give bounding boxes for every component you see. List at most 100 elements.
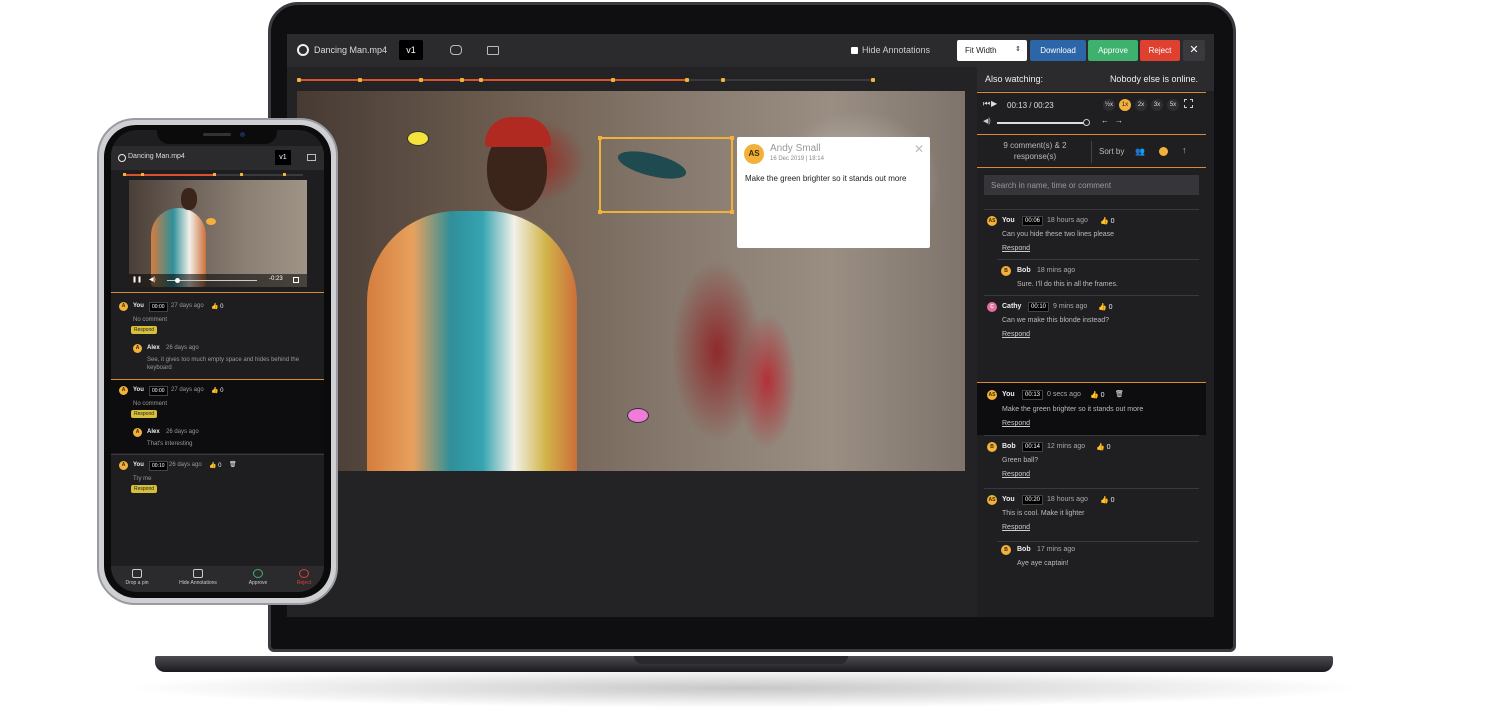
search-input[interactable]	[984, 175, 1199, 195]
comment-timestamp[interactable]: 00:14	[1022, 442, 1044, 452]
speed-5x[interactable]: 5x	[1167, 99, 1179, 111]
respond-link[interactable]: Respond	[1002, 420, 1030, 427]
annotation-pin-icon[interactable]	[627, 408, 649, 423]
sort-time-icon[interactable]	[1159, 147, 1168, 156]
like-count[interactable]: 👍 0	[1090, 391, 1105, 399]
play-icon[interactable]: ▶	[991, 99, 997, 108]
timeline-marker[interactable]	[611, 78, 615, 82]
comment-timestamp[interactable]: 00:00	[149, 386, 168, 396]
skip-back-icon[interactable]: ⏮	[983, 99, 990, 109]
timeline-marker[interactable]	[240, 173, 243, 176]
like-count[interactable]: 👍 0	[1098, 303, 1113, 311]
respond-link[interactable]: Respond	[1002, 524, 1030, 531]
comment-timestamp[interactable]: 00:10	[1028, 302, 1050, 312]
timeline-marker[interactable]	[721, 78, 725, 82]
comment-timestamp[interactable]: 00:10	[149, 461, 168, 471]
drop-pin-button[interactable]: Drop a pin	[112, 569, 162, 586]
like-count[interactable]: 👍 0	[211, 303, 223, 310]
screen-icon[interactable]	[487, 46, 499, 55]
close-icon[interactable]: ✕	[914, 142, 924, 156]
seek-knob[interactable]	[175, 278, 180, 283]
timeline-marker[interactable]	[297, 78, 301, 82]
fullscreen-icon[interactable]	[293, 277, 299, 283]
respond-link[interactable]: Respond	[1002, 471, 1030, 478]
video-person-hat	[485, 117, 551, 147]
respond-link[interactable]: Respond	[1002, 245, 1030, 252]
phone-version-badge[interactable]: v1	[275, 150, 291, 165]
volume-knob[interactable]	[1083, 119, 1090, 126]
approve-button[interactable]: Approve	[1088, 40, 1138, 61]
phone-reject-button[interactable]: Reject	[279, 569, 324, 586]
next-comment-icon[interactable]: →	[1115, 116, 1123, 125]
timeline-marker[interactable]	[460, 78, 464, 82]
trash-icon[interactable]: 🗑	[1115, 390, 1124, 398]
comment-text: This is cool. Make it lighter	[1002, 510, 1085, 517]
fullscreen-icon[interactable]	[1184, 99, 1193, 108]
sort-direction-icon[interactable]: ↑	[1182, 145, 1187, 155]
annotation-pin-icon[interactable]	[206, 218, 216, 225]
speed-half[interactable]: ½x	[1103, 99, 1115, 111]
like-count[interactable]: 👍 0	[1100, 496, 1115, 504]
reply-text: That's interesting	[147, 441, 193, 447]
comment-age: 18 hours ago	[1047, 496, 1088, 503]
like-count[interactable]: 👍 0	[209, 462, 221, 469]
phone-approve-button[interactable]: Approve	[233, 569, 283, 586]
phone-timeline[interactable]	[123, 173, 303, 176]
timeline-marker[interactable]	[871, 78, 875, 82]
avatar: A	[119, 302, 128, 311]
timeline-marker[interactable]	[358, 78, 362, 82]
like-count[interactable]: 👍 0	[211, 387, 223, 394]
timeline-marker[interactable]	[419, 78, 423, 82]
volume-icon[interactable]: ◀)	[149, 276, 156, 283]
speed-2x[interactable]: 2x	[1135, 99, 1147, 111]
respond-link[interactable]: Respond	[1002, 331, 1030, 338]
timeline-marker[interactable]	[479, 78, 483, 82]
resize-handle[interactable]	[598, 136, 602, 140]
like-value: 0	[218, 463, 222, 469]
comment-icon[interactable]	[450, 45, 462, 55]
video-frame[interactable]: AS Andy Small 16 Dec 2019 | 18:14 ✕ Make…	[297, 91, 965, 471]
volume-slider[interactable]	[997, 122, 1087, 124]
comment-age: 9 mins ago	[1053, 303, 1088, 310]
trash-icon[interactable]: 🗑	[229, 461, 237, 468]
volume-icon[interactable]: ◀)	[983, 117, 991, 125]
respond-button[interactable]: Respond	[131, 410, 158, 418]
respond-button[interactable]: Respond	[131, 326, 158, 334]
phone-video[interactable]: ❚❚ ◀) -0:23	[129, 180, 307, 287]
layout-icon[interactable]	[307, 154, 316, 161]
respond-button[interactable]: Respond	[131, 485, 158, 493]
hide-annotations-checkbox[interactable]	[851, 46, 858, 54]
comment-timestamp[interactable]: 00:00	[149, 302, 168, 312]
hide-annotations-toggle[interactable]: Hide Annotations	[851, 45, 930, 55]
annotation-pin-icon[interactable]	[407, 131, 429, 146]
timeline-marker[interactable]	[213, 173, 216, 176]
comment-timestamp[interactable]: 00:13	[1022, 390, 1044, 400]
comment-timeline[interactable]	[297, 78, 875, 82]
like-count[interactable]: 👍 0	[1100, 217, 1115, 225]
prev-comment-icon[interactable]: ←	[1101, 116, 1109, 125]
reject-button[interactable]: Reject	[1140, 40, 1180, 61]
avatar: C	[987, 302, 997, 312]
version-badge[interactable]: v1	[399, 40, 423, 60]
timeline-marker[interactable]	[685, 78, 689, 82]
annotation-selection-box[interactable]	[598, 136, 734, 214]
timeline-marker[interactable]	[283, 173, 286, 176]
reply-item: B Bob 17 mins ago Aye aye captain!	[977, 542, 1206, 576]
close-button[interactable]: ✕	[1183, 40, 1205, 61]
resize-handle[interactable]	[730, 210, 734, 214]
comment-timestamp[interactable]: 00:20	[1022, 495, 1044, 505]
timeline-marker[interactable]	[141, 173, 144, 176]
resize-handle[interactable]	[730, 136, 734, 140]
like-count[interactable]: 👍 0	[1096, 443, 1111, 451]
resize-handle[interactable]	[598, 210, 602, 214]
pause-icon[interactable]: ❚❚	[132, 276, 142, 283]
seek-bar[interactable]	[167, 280, 257, 281]
comment-timestamp[interactable]: 00:06	[1022, 216, 1044, 226]
sort-users-icon[interactable]: 👥	[1135, 147, 1145, 156]
speed-1x[interactable]: 1x	[1119, 99, 1131, 111]
fit-width-select[interactable]: Fit Width ⇕	[957, 40, 1027, 61]
hide-annotations-button[interactable]: Hide Annotations	[173, 569, 223, 586]
timeline-marker[interactable]	[123, 173, 126, 176]
download-button[interactable]: Download	[1030, 40, 1086, 61]
speed-3x[interactable]: 3x	[1151, 99, 1163, 111]
